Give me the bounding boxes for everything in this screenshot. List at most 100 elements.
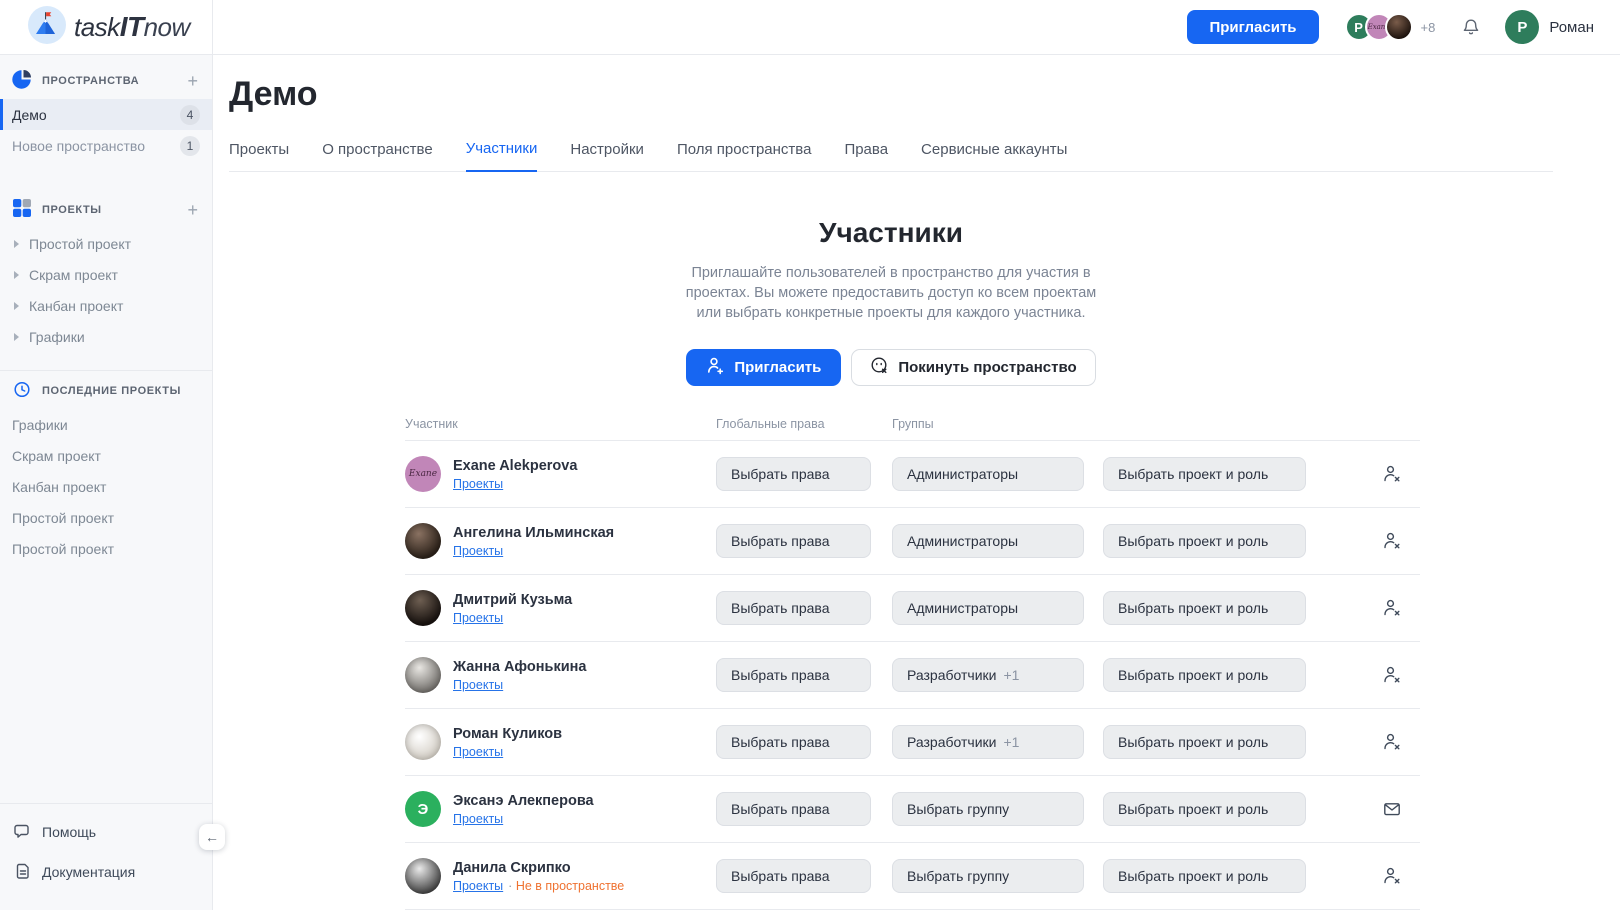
tab-space-fields[interactable]: Поля пространства	[677, 140, 812, 171]
tab-about-space[interactable]: О пространстве	[322, 140, 433, 171]
projects-grid-icon	[12, 198, 32, 223]
avatar-overflow-count: +8	[1421, 20, 1436, 35]
tab-settings[interactable]: Настройки	[570, 140, 644, 171]
table-row: Роман Куликов Проекты Выбрать права Разр…	[405, 709, 1420, 776]
group-dropdown[interactable]: Разработчики+1	[892, 658, 1084, 692]
remove-member-icon[interactable]	[1382, 665, 1402, 685]
recent-item[interactable]: Простой проект	[0, 502, 212, 533]
sidebar-divider	[0, 370, 212, 371]
sidebar-item-charts-project[interactable]: Графики	[0, 321, 212, 352]
member-projects-link[interactable]: Проекты	[453, 812, 503, 826]
member-avatar	[405, 858, 441, 894]
top-bar: taskITnow Пригласить Р Exane +8 Р Роман	[0, 0, 1620, 55]
documentation-link[interactable]: Документация	[0, 852, 212, 892]
table-row: Exane Exane Alekperova Проекты Выбрать п…	[405, 441, 1420, 508]
chevron-right-icon[interactable]	[14, 302, 19, 310]
help-link[interactable]: Помощь	[0, 812, 212, 852]
row-action	[1382, 866, 1420, 886]
project-role-dropdown[interactable]: Выбрать проект и роль	[1103, 457, 1306, 491]
mountain-logo-icon	[28, 6, 66, 49]
logo-area: taskITnow	[0, 0, 213, 54]
remove-member-icon[interactable]	[1382, 732, 1402, 752]
rights-dropdown[interactable]: Выбрать права	[716, 792, 871, 826]
rights-dropdown[interactable]: Выбрать права	[716, 658, 871, 692]
project-role-dropdown[interactable]: Выбрать проект и роль	[1103, 658, 1306, 692]
members-table: Участник Глобальные права Группы Exane E…	[405, 417, 1420, 910]
recent-item[interactable]: Графики	[0, 409, 212, 440]
rights-dropdown[interactable]: Выбрать права	[716, 725, 871, 759]
user-menu[interactable]: Р Роман	[1505, 10, 1594, 44]
invite-member-button[interactable]: Пригласить	[686, 349, 841, 386]
member-projects-link[interactable]: Проекты	[453, 477, 503, 491]
sidebar: ПРОСТРАНСТВА + Демо 4 Новое пространство…	[0, 55, 213, 910]
leave-space-button[interactable]: Покинуть пространство	[851, 349, 1095, 386]
remove-member-icon[interactable]	[1382, 464, 1402, 484]
sidebar-item-kanban-project[interactable]: Канбан проект	[0, 290, 212, 321]
sidebar-item-new-space[interactable]: Новое пространство 1	[0, 130, 212, 161]
column-member: Участник	[405, 417, 716, 431]
sidebar-collapse-button[interactable]: ←	[199, 824, 225, 850]
rights-dropdown[interactable]: Выбрать права	[716, 859, 871, 893]
group-dropdown[interactable]: Администраторы	[892, 591, 1084, 625]
rights-dropdown[interactable]: Выбрать права	[716, 524, 871, 558]
sidebar-item-demo-space[interactable]: Демо 4	[0, 99, 212, 130]
spaces-section-title: ПРОСТРАНСТВА	[42, 75, 175, 87]
project-role-dropdown[interactable]: Выбрать проект и роль	[1103, 524, 1306, 558]
sidebar-item-simple-project[interactable]: Простой проект	[0, 228, 212, 259]
chevron-right-icon[interactable]	[14, 271, 19, 279]
group-dropdown[interactable]: Выбрать группу	[892, 859, 1084, 893]
group-dropdown[interactable]: Администраторы	[892, 524, 1084, 558]
remove-member-icon[interactable]	[1382, 866, 1402, 886]
project-role-dropdown[interactable]: Выбрать проект и роль	[1103, 725, 1306, 759]
tab-service-accounts[interactable]: Сервисные аккаунты	[921, 140, 1067, 171]
row-action	[1382, 665, 1420, 685]
chevron-right-icon[interactable]	[14, 333, 19, 341]
recent-item[interactable]: Канбан проект	[0, 471, 212, 502]
spaces-section-header: ПРОСТРАНСТВА +	[0, 67, 212, 95]
members-description: Приглашайте пользователей в пространство…	[685, 263, 1097, 323]
rights-dropdown[interactable]: Выбрать права	[716, 457, 871, 491]
invite-button[interactable]: Пригласить	[1187, 10, 1318, 44]
tab-members[interactable]: Участники	[466, 140, 538, 172]
remove-member-icon[interactable]	[1382, 598, 1402, 618]
projects-section-title: ПРОЕКТЫ	[42, 204, 175, 216]
member-projects-link[interactable]: Проекты	[453, 745, 503, 759]
group-dropdown[interactable]: Выбрать группу	[892, 792, 1084, 826]
member-projects-link[interactable]: Проекты	[453, 611, 503, 625]
invite-member-label: Пригласить	[734, 359, 821, 376]
member-name: Роман Куликов	[453, 726, 562, 742]
table-row: Э Эксанэ Алекперова Проекты Выбрать прав…	[405, 776, 1420, 843]
tab-permissions[interactable]: Права	[844, 140, 888, 171]
chevron-right-icon[interactable]	[14, 240, 19, 248]
notifications-bell-icon[interactable]	[1461, 17, 1481, 37]
add-space-button[interactable]: +	[185, 72, 200, 90]
project-role-dropdown[interactable]: Выбрать проект и роль	[1103, 792, 1306, 826]
remove-member-icon[interactable]	[1382, 531, 1402, 551]
table-row: Данила Скрипко Проекты Не в пространстве…	[405, 843, 1420, 910]
member-projects-link[interactable]: Проекты	[453, 678, 503, 692]
column-global-rights: Глобальные права	[716, 417, 892, 431]
resend-invite-mail-icon[interactable]	[1382, 799, 1402, 819]
member-projects-link[interactable]: Проекты	[453, 544, 503, 558]
column-groups: Группы	[892, 417, 1103, 431]
sidebar-item-scrum-project[interactable]: Скрам проект	[0, 259, 212, 290]
spaces-pie-icon	[12, 69, 32, 94]
group-dropdown[interactable]: Разработчики+1	[892, 725, 1084, 759]
recent-item[interactable]: Простой проект	[0, 533, 212, 564]
member-name: Дмитрий Кузьма	[453, 592, 572, 608]
project-role-dropdown[interactable]: Выбрать проект и роль	[1103, 591, 1306, 625]
rights-dropdown[interactable]: Выбрать права	[716, 591, 871, 625]
member-avatar	[405, 523, 441, 559]
group-dropdown[interactable]: Администраторы	[892, 457, 1084, 491]
member-avatar-stack[interactable]: Р Exane	[1345, 13, 1413, 41]
recent-item[interactable]: Скрам проект	[0, 440, 212, 471]
sidebar-footer: Помощь Документация	[0, 803, 212, 910]
project-role-dropdown[interactable]: Выбрать проект и роль	[1103, 859, 1306, 893]
member-status-not-in-space: Не в пространстве	[508, 879, 624, 893]
topbar-actions: Пригласить Р Exane +8 Р Роман	[1187, 0, 1620, 54]
add-project-button[interactable]: +	[185, 201, 200, 219]
member-projects-link[interactable]: Проекты	[453, 879, 503, 893]
project-label: Простой проект	[29, 236, 131, 252]
tab-projects[interactable]: Проекты	[229, 140, 289, 171]
app-logo[interactable]: taskITnow	[28, 6, 190, 49]
